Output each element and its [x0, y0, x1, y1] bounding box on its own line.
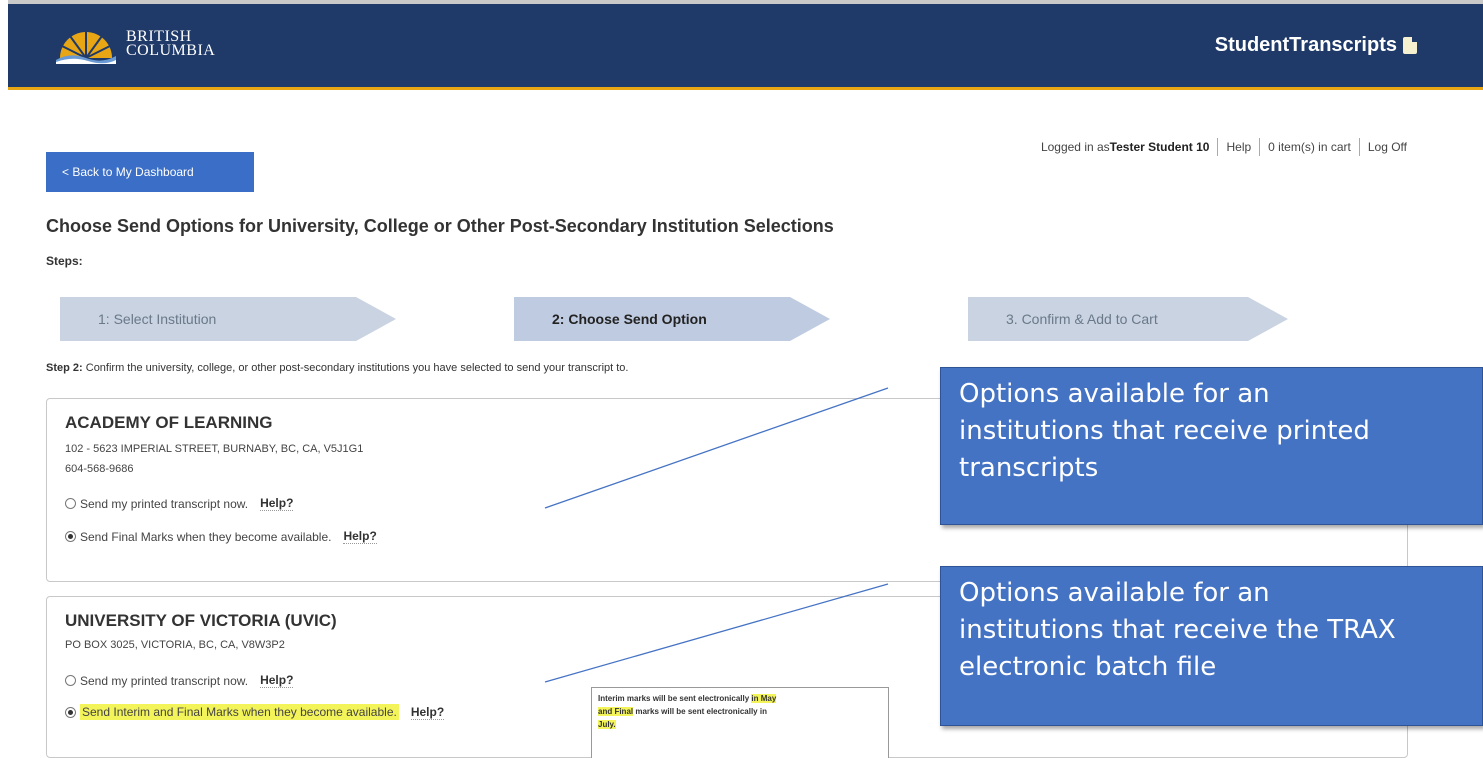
- callout-line: Options available for an: [959, 379, 1270, 409]
- callout-line: electronic batch file: [959, 652, 1217, 682]
- connector-line-1: [544, 387, 889, 509]
- callout-line: transcripts: [959, 453, 1099, 483]
- callout-printed-transcripts: Options available for an institutions th…: [940, 367, 1483, 525]
- callout-line: institutions that receive printed: [959, 416, 1370, 446]
- callout-line: Options available for an: [959, 578, 1270, 608]
- callout-line: institutions that receive the TRAX: [959, 615, 1396, 645]
- callout-electronic-batch: Options available for an institutions th…: [940, 566, 1483, 726]
- connector-line-2: [544, 583, 889, 683]
